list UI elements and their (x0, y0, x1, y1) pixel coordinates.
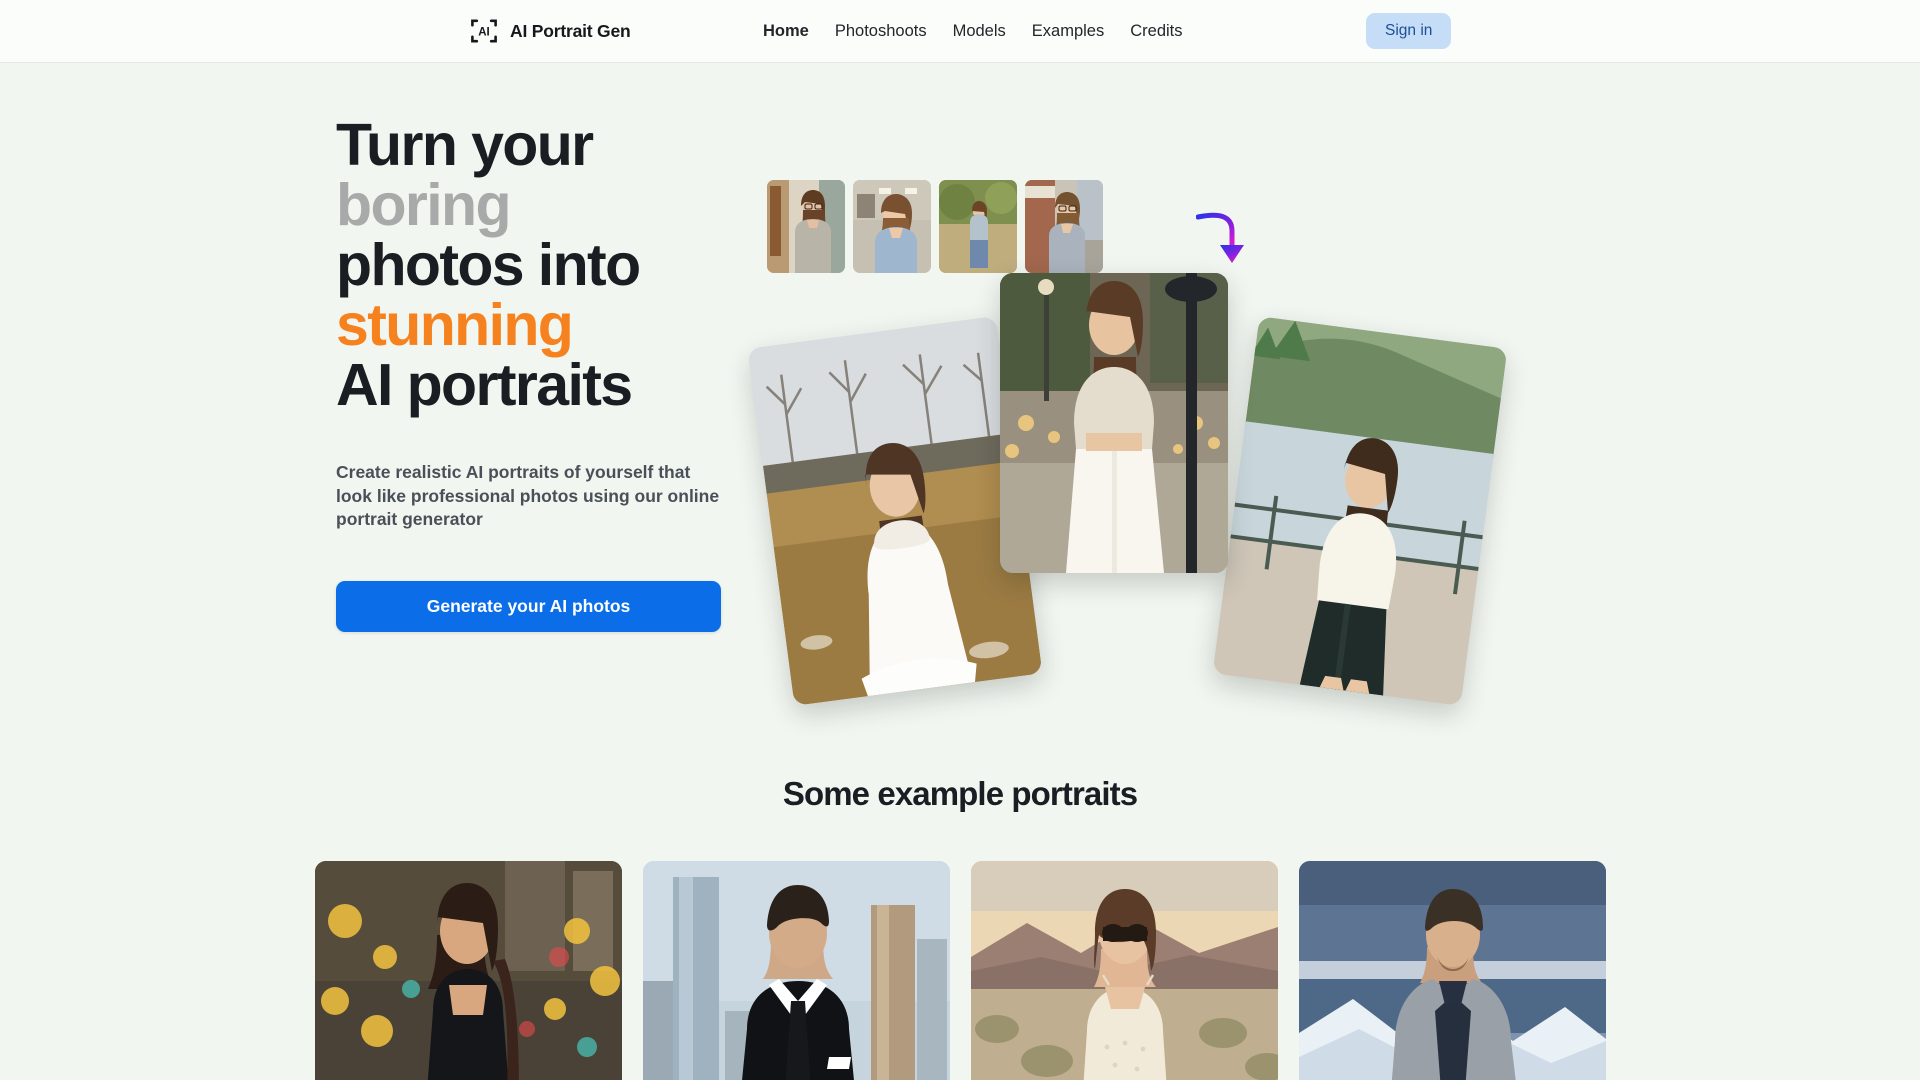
collage-card-right[interactable] (1212, 316, 1508, 706)
thumbnail-3[interactable] (939, 180, 1017, 273)
collage-card-left[interactable] (747, 316, 1043, 706)
hero-text-column: Turn your boring photos into stunning AI… (336, 115, 736, 632)
collage-card-center[interactable] (1000, 273, 1228, 573)
main-nav: Home Photoshoots Models Examples Credits (763, 22, 1183, 41)
nav-link-home[interactable]: Home (763, 22, 809, 41)
headline-line-1: Turn your (336, 112, 594, 178)
curved-down-arrow-icon (1195, 205, 1258, 267)
hero-subtext: Create realistic AI portraits of yoursel… (336, 462, 720, 529)
examples-section: Some example portraits (0, 775, 1920, 1080)
headline-line-4: stunning (336, 292, 574, 358)
thumbnail-1[interactable] (767, 180, 845, 273)
thumbnail-2[interactable] (853, 180, 931, 273)
headline-line-3: photos into (336, 232, 641, 298)
nav-link-examples[interactable]: Examples (1032, 22, 1104, 41)
sign-in-button[interactable]: Sign in (1366, 13, 1452, 49)
generate-photos-button[interactable]: Generate your AI photos (336, 580, 721, 632)
thumbnail-4[interactable] (1025, 180, 1103, 273)
examples-title: Some example portraits (782, 775, 1138, 812)
example-card-3[interactable] (970, 861, 1278, 1080)
svg-text:AI: AI (478, 27, 490, 39)
hero-photo-collage (747, 273, 1570, 733)
headline-line-5: AI portraits (336, 352, 633, 418)
example-card-1[interactable] (314, 861, 622, 1080)
ai-scan-frame-icon: AI (470, 17, 498, 45)
before-thumbnail-strip (767, 180, 1103, 273)
example-card-4[interactable] (1298, 861, 1606, 1080)
brand-logo-link[interactable]: AI AI Portrait Gen (470, 17, 631, 45)
headline-line-2: boring (336, 172, 512, 238)
nav-link-photoshoots[interactable]: Photoshoots (835, 22, 927, 41)
page-title: Turn your boring photos into stunning AI… (336, 115, 736, 415)
examples-gallery (0, 861, 1920, 1080)
nav-link-models[interactable]: Models (953, 22, 1006, 41)
hero-section: Turn your boring photos into stunning AI… (0, 63, 1920, 763)
example-card-2[interactable] (642, 861, 950, 1080)
brand-name: AI Portrait Gen (510, 20, 631, 41)
nav-link-credits[interactable]: Credits (1130, 22, 1182, 41)
site-header: AI AI Portrait Gen Home Photoshoots Mode… (0, 0, 1920, 63)
